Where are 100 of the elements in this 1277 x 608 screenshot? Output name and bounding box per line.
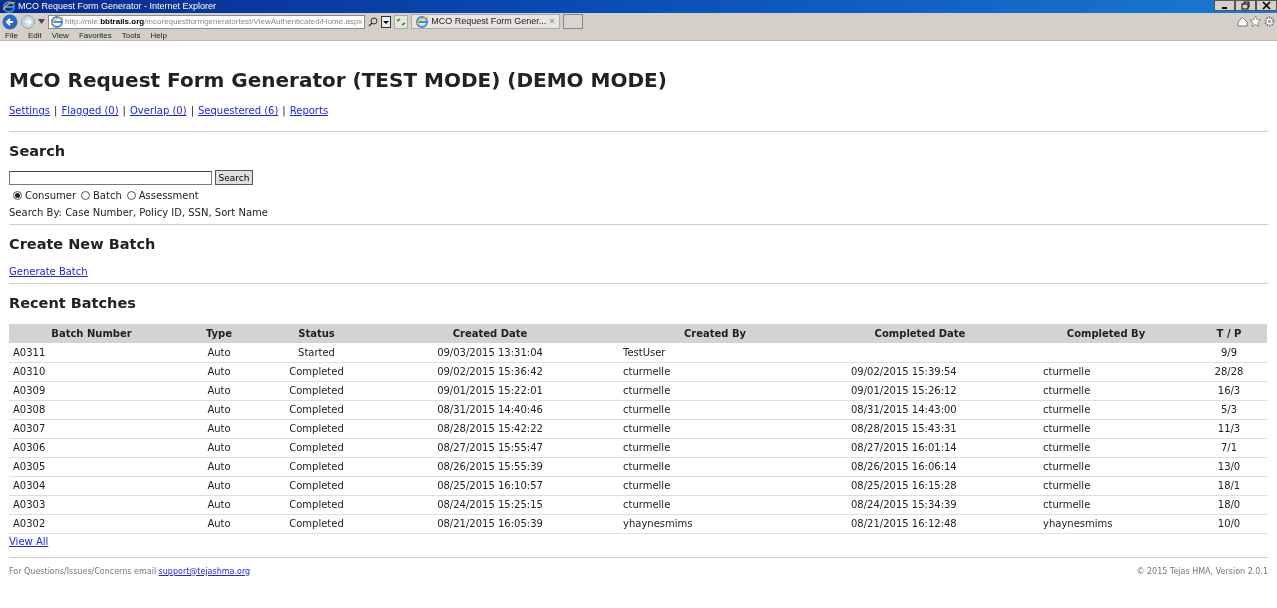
table-cell: 08/28/2015 15:42:22 [369,419,611,439]
browser-tab[interactable]: MCO Request Form Gener... × [411,14,560,29]
table-cell: 18/1 [1191,476,1267,496]
table-cell: 08/24/2015 15:25:15 [369,495,611,515]
table-cell: 09/02/2015 15:36:42 [369,362,611,382]
table-cell: cturmelle [611,419,819,439]
separator: | [122,104,126,118]
table-cell: 9/9 [1191,343,1267,363]
table-cell: A0307 [9,419,174,439]
back-button[interactable] [2,13,18,30]
table-cell: A0310 [9,362,174,382]
close-button[interactable] [1256,0,1277,11]
table-cell: 08/31/2015 14:43:00 [819,400,1021,420]
radio-label[interactable]: Batch [93,187,122,203]
table-cell: Auto [174,381,264,401]
tab-close-button[interactable]: × [549,14,555,29]
table-cell: A0311 [9,343,174,363]
window-title: MCO Request Form Generator - Internet Explorer [18,0,217,13]
table-cell: Completed [264,400,369,420]
table-cell: 08/21/2015 16:12:48 [819,514,1021,534]
table-cell: cturmelle [1021,457,1191,477]
table-cell: A0302 [9,514,174,534]
table-cell: A0308 [9,400,174,420]
table-cell: 08/26/2015 15:55:39 [369,457,611,477]
settings-icon[interactable] [1263,16,1275,27]
table-cell: Completed [264,381,369,401]
table-cell: Started [264,343,369,363]
table-cell: 08/27/2015 16:01:14 [819,438,1021,458]
search-button[interactable]: Search [214,170,254,186]
dropdown-icon[interactable] [38,19,45,24]
table-cell: cturmelle [611,457,819,477]
column-header[interactable]: Completed Date [819,324,1021,344]
column-header[interactable]: Created By [611,324,819,344]
menu-item[interactable]: Help [150,30,167,40]
table-cell: cturmelle [611,400,819,420]
home-icon[interactable] [1236,16,1248,27]
search-hint: Search By: Case Number, Policy ID, SSN, Sort Name [9,206,269,221]
restore-button[interactable] [1235,0,1256,11]
nav-link[interactable]: Sequestered (6) [198,103,279,118]
table-cell: 08/26/2015 16:06:14 [819,457,1021,477]
dropdown-button[interactable] [381,15,392,28]
column-header[interactable]: T / P [1191,324,1267,344]
view-all-link[interactable]: View All [9,535,49,547]
menu-item[interactable]: Tools [121,30,141,40]
nav-link[interactable]: Settings [9,103,50,118]
table-cell: yhaynesmims [611,514,819,534]
address-bar[interactable]: http://mle.bbtrails.org/mcorequestformgeneratortest/ViewAuthenticated/Home.aspx [48,14,366,29]
table-cell: Completed [264,457,369,477]
column-header[interactable]: Status [264,324,369,344]
page-title: MCO Request Form Generator (TEST MODE) (DEMO MODE) [9,68,668,92]
radio-label[interactable]: Consumer [25,187,76,203]
table-cell: cturmelle [1021,419,1191,439]
radio-label[interactable]: Assessment [138,187,199,203]
table-cell: cturmelle [1021,362,1191,382]
search-icon[interactable] [368,16,379,27]
separator: | [190,104,194,118]
page-icon [416,15,429,28]
copyright-text: © 2015 Tejas HMA, Version 2.0.1 [1136,565,1268,578]
table-cell: Completed [264,495,369,515]
menu-item[interactable]: File [5,30,18,40]
column-header[interactable]: Type [174,324,264,344]
menu-item[interactable]: Favorites [78,30,112,40]
table-cell: 09/02/2015 15:39:54 [819,362,1021,382]
section-heading: Recent Batches [9,294,137,313]
email-link[interactable]: support@tejashma.org [158,565,251,578]
table-cell: Completed [264,362,369,382]
table-cell: Auto [174,419,264,439]
generate-batch-link[interactable]: Generate Batch [9,265,88,277]
table-cell: 5/3 [1191,400,1267,420]
table-cell: A0305 [9,457,174,477]
separator: | [282,104,286,118]
column-header[interactable]: Created Date [369,324,611,344]
column-header[interactable]: Completed By [1021,324,1191,344]
table-cell: 09/01/2015 15:26:12 [819,381,1021,401]
table-cell: cturmelle [1021,438,1191,458]
table-cell: 08/27/2015 15:55:47 [369,438,611,458]
table-cell: Completed [264,419,369,439]
table-cell: cturmelle [611,362,819,382]
table-cell: cturmelle [1021,381,1191,401]
column-header[interactable]: Batch Number [9,324,174,344]
star-icon[interactable] [1250,16,1261,27]
table-cell: 08/25/2015 16:10:57 [369,476,611,496]
table-cell: Completed [264,438,369,458]
table-cell: Completed [264,514,369,534]
separator: | [54,104,58,118]
table-cell: Auto [174,457,264,477]
menu-item[interactable]: Edit [27,30,42,40]
minimize-button[interactable] [1214,0,1235,11]
section-heading: Search [9,143,67,161]
table-cell: Auto [174,495,264,515]
table-cell: 7/1 [1191,438,1267,458]
nav-link[interactable]: Reports [289,103,329,118]
section-heading: Create New Batch [9,236,157,254]
nav-link[interactable]: Flagged (0) [61,103,119,118]
table-cell: cturmelle [611,495,819,515]
menu-item[interactable]: View [51,30,69,40]
nav-link[interactable]: Overlap (0) [129,103,187,118]
table-cell: 11/3 [1191,419,1267,439]
table-cell: 28/28 [1191,362,1267,382]
search-field[interactable] [9,170,212,185]
